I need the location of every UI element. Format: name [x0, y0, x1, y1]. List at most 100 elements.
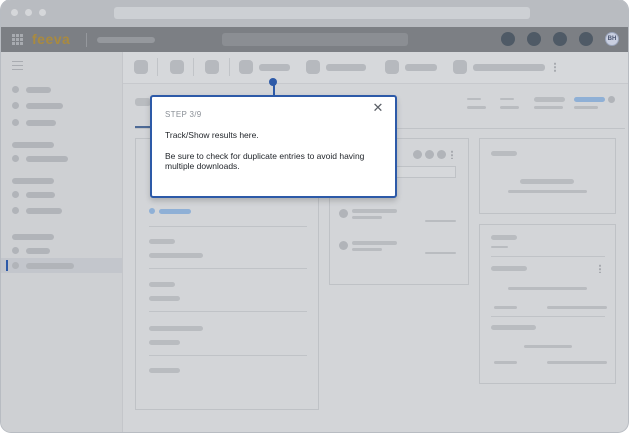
toolbar-button-4[interactable] — [239, 60, 253, 74]
sidebar-item-6-icon — [12, 207, 19, 214]
sidebar-item-3[interactable] — [26, 120, 56, 126]
toolbar-divider — [157, 58, 158, 76]
sidebar-item-5[interactable] — [26, 192, 55, 198]
sidebar-active-marker — [6, 260, 8, 271]
sidebar-item-5-icon — [12, 191, 19, 198]
stat-1-label — [467, 98, 481, 100]
header-action-4[interactable] — [579, 32, 593, 46]
summary-card — [479, 138, 616, 214]
entry-2-subtitle — [352, 248, 382, 251]
sidebar-item-2[interactable] — [26, 103, 63, 109]
tooltip-step-counter: STEP 3/9 — [165, 110, 202, 119]
toolbar-button-6[interactable] — [385, 60, 399, 74]
details-row-1-meta — [494, 306, 517, 309]
entry-1-icon — [339, 209, 348, 218]
sidebar-item-3-icon — [12, 119, 19, 126]
sidebar-item-8-icon — [12, 262, 19, 269]
toolbar-button-2[interactable] — [170, 60, 184, 74]
header-action-1[interactable] — [501, 32, 515, 46]
row-divider — [491, 256, 605, 257]
row-divider — [149, 311, 307, 312]
onboarding-tooltip: STEP 3/9 ✕ Track/Show results here. Be s… — [150, 95, 397, 198]
tooltip-title: Track/Show results here. — [165, 130, 259, 140]
stat-3-value — [534, 106, 563, 109]
row-divider — [149, 268, 307, 269]
entry-1-title[interactable] — [352, 209, 397, 213]
row-divider — [149, 226, 307, 227]
app-logo[interactable]: feeva — [32, 31, 70, 47]
sidebar-item-8[interactable] — [26, 263, 74, 269]
toolbar-label-6 — [405, 64, 437, 71]
field-1-value — [149, 253, 203, 258]
kebab-icon[interactable] — [599, 264, 601, 273]
sidebar-item-7[interactable] — [26, 248, 50, 254]
stat-1-value — [467, 106, 486, 109]
kebab-icon[interactable] — [554, 62, 556, 72]
entry-2-meta — [425, 252, 456, 254]
entries-action-3[interactable] — [437, 150, 446, 159]
field-2-label — [149, 282, 175, 287]
details-card-subtitle — [491, 246, 508, 248]
address-bar[interactable] — [114, 7, 530, 19]
details-row-1-label — [491, 266, 527, 271]
stat-3-label — [534, 97, 565, 102]
toolbar-divider — [193, 58, 194, 76]
field-3-value — [149, 340, 180, 345]
sidebar-section-2 — [12, 178, 54, 184]
field-1-label — [149, 239, 175, 244]
sidebar-item-2-icon — [12, 102, 19, 109]
kebab-icon[interactable] — [451, 150, 453, 159]
details-row-2-actions[interactable] — [547, 361, 607, 364]
row-divider — [149, 355, 307, 356]
sidebar-item-1[interactable] — [26, 87, 51, 93]
result-status-dot — [149, 208, 155, 214]
field-3-label — [149, 326, 203, 331]
entries-action-2[interactable] — [425, 150, 434, 159]
tooltip-body: Be sure to check for duplicate entries t… — [165, 151, 365, 171]
sidebar-item-6[interactable] — [26, 208, 62, 214]
entries-filter-input[interactable] — [396, 166, 456, 178]
details-row-2-value — [524, 345, 572, 348]
stat-2-label — [500, 98, 514, 100]
app-window: feeva BH STEP 3/9 ✕ Track/Show results h… — [1, 0, 628, 432]
breadcrumb[interactable] — [97, 37, 155, 43]
summary-card-title — [491, 151, 517, 156]
entry-1-meta — [425, 220, 456, 222]
toolbar-button-5[interactable] — [306, 60, 320, 74]
header-action-3[interactable] — [553, 32, 567, 46]
window-minimize-dot[interactable] — [25, 9, 32, 16]
details-card — [479, 224, 616, 384]
entry-2-title[interactable] — [352, 241, 397, 245]
grid-icon[interactable] — [12, 34, 23, 45]
toolbar-label-5 — [326, 64, 366, 71]
details-row-1-actions[interactable] — [547, 306, 607, 309]
entries-action-1[interactable] — [413, 150, 422, 159]
toolbar-button-7[interactable] — [453, 60, 467, 74]
close-icon[interactable]: ✕ — [371, 101, 385, 115]
row-divider — [491, 316, 605, 317]
entry-2-icon — [339, 241, 348, 250]
header-action-2[interactable] — [527, 32, 541, 46]
toolbar-button-3[interactable] — [205, 60, 219, 74]
hamburger-icon[interactable] — [12, 61, 23, 70]
stat-4-value — [574, 106, 598, 109]
sidebar-item-1-icon — [12, 86, 19, 93]
details-row-2-label — [491, 325, 536, 330]
avatar[interactable]: BH — [605, 32, 619, 46]
window-close-dot[interactable] — [11, 9, 18, 16]
sidebar-item-7-icon — [12, 247, 19, 254]
stat-4-label[interactable] — [574, 97, 605, 102]
result-link[interactable] — [159, 209, 191, 214]
field-4-label — [149, 368, 180, 373]
toolbar — [123, 52, 628, 84]
toolbar-divider — [229, 58, 230, 76]
header-divider — [86, 33, 87, 47]
toolbar-button-1[interactable] — [134, 60, 148, 74]
global-search-input[interactable] — [222, 33, 408, 46]
sidebar-item-4[interactable] — [26, 156, 68, 162]
window-zoom-dot[interactable] — [39, 9, 46, 16]
field-2-value — [149, 296, 180, 301]
toolbar-label-4 — [259, 64, 290, 71]
toolbar-label-7 — [473, 64, 545, 71]
sidebar-section-1 — [12, 142, 54, 148]
